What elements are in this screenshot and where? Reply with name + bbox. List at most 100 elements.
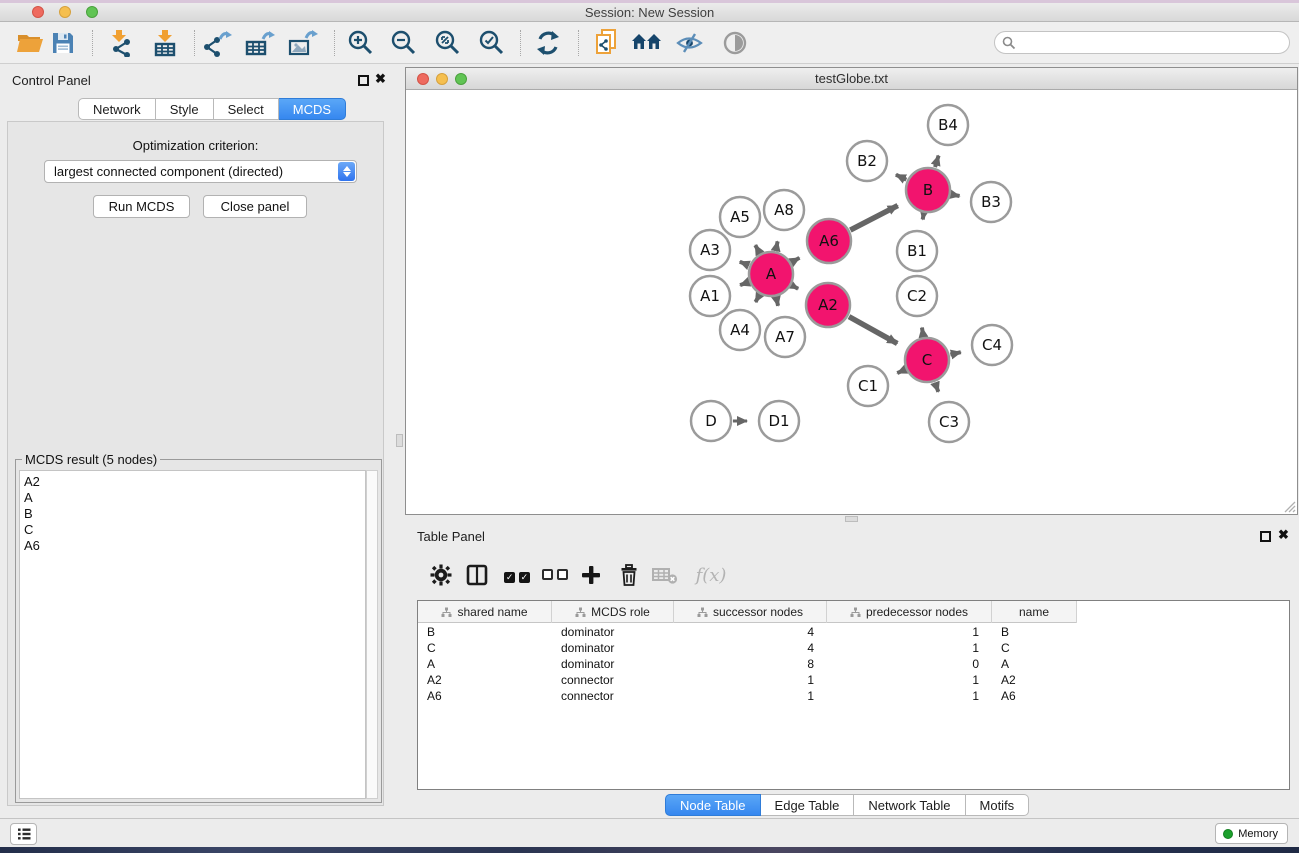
graph-node-C1[interactable]: C1	[848, 366, 888, 406]
tab-style[interactable]: Style	[156, 98, 214, 120]
apply-layout-button[interactable]	[531, 27, 565, 59]
graph-node-C2[interactable]: C2	[897, 276, 937, 316]
resize-grip-icon[interactable]	[1282, 499, 1296, 513]
tab-network-table[interactable]: Network Table	[854, 794, 965, 816]
run-mcds-button[interactable]: Run MCDS	[93, 195, 190, 218]
tab-network[interactable]: Network	[78, 98, 156, 120]
zoom-in-button[interactable]	[344, 27, 378, 59]
edge-A2-C[interactable]	[849, 317, 897, 344]
table-cell[interactable]: A6	[418, 688, 552, 704]
graph-node-C3[interactable]: C3	[929, 402, 969, 442]
graph-node-A5[interactable]: A5	[720, 197, 760, 237]
criterion-select[interactable]: largest connected component (directed)	[44, 160, 357, 183]
memory-button[interactable]: Memory	[1215, 823, 1288, 844]
table-row[interactable]: A2connector11A2	[418, 672, 1289, 688]
create-column-button[interactable]	[575, 558, 607, 592]
edge-C-C2[interactable]	[922, 328, 923, 337]
edge-A-A8[interactable]	[776, 241, 778, 250]
graph-node-A4[interactable]: A4	[720, 310, 760, 350]
edge-C-C4[interactable]	[950, 352, 960, 354]
table-cell[interactable]: 1	[827, 624, 992, 640]
table-cell[interactable]: dominator	[552, 656, 674, 672]
show-graphics-button[interactable]	[718, 27, 752, 59]
graph-node-A7[interactable]: A7	[765, 317, 805, 357]
graph-node-D1[interactable]: D1	[759, 401, 799, 441]
import-network-button[interactable]	[103, 27, 137, 59]
column-header-predecessor-nodes[interactable]: predecessor nodes	[827, 601, 992, 623]
table-cell[interactable]: 8	[674, 656, 827, 672]
delete-column-button[interactable]	[613, 558, 645, 592]
save-session-button[interactable]	[46, 27, 80, 59]
zoom-selected-button[interactable]	[475, 27, 509, 59]
graph-node-D[interactable]: D	[691, 401, 731, 441]
zoom-out-button[interactable]	[387, 27, 421, 59]
table-row[interactable]: A6connector11A6	[418, 688, 1289, 704]
open-session-button[interactable]	[13, 27, 47, 59]
table-cell[interactable]: A6	[992, 688, 1077, 704]
column-header-MCDS-role[interactable]: MCDS role	[552, 601, 674, 623]
edge-C-C1[interactable]	[897, 370, 905, 373]
column-header-shared-name[interactable]: shared name	[418, 601, 552, 623]
edge-A-A2[interactable]	[792, 285, 798, 288]
table-cell[interactable]: A	[992, 656, 1077, 672]
table-row[interactable]: Bdominator41B	[418, 624, 1289, 640]
graph-node-B3[interactable]: B3	[971, 182, 1011, 222]
table-row[interactable]: Cdominator41C	[418, 640, 1289, 656]
graph-node-B4[interactable]: B4	[928, 105, 968, 145]
graph-node-B1[interactable]: B1	[897, 231, 937, 271]
table-cell[interactable]: C	[418, 640, 552, 656]
mcds-result-item[interactable]: B	[24, 506, 365, 522]
export-image-button[interactable]	[286, 27, 320, 59]
network-canvas[interactable]: AA1A2A3A4A5A6A7A8BB1B2B3B4CC1C2C3C4DD1	[406, 90, 1297, 514]
table-close-icon[interactable]: ✖	[1278, 527, 1289, 543]
table-cell[interactable]: C	[992, 640, 1077, 656]
hide-details-button[interactable]	[673, 27, 707, 59]
graph-node-B2[interactable]: B2	[847, 141, 887, 181]
table-cell[interactable]: B	[418, 624, 552, 640]
select-all-button[interactable]: ✓ ✓	[501, 558, 533, 592]
table-cell[interactable]: 1	[827, 688, 992, 704]
edge-B-B4[interactable]	[935, 156, 939, 167]
edge-A-A6[interactable]	[792, 258, 800, 262]
edge-A-A3[interactable]	[740, 262, 749, 265]
graph-node-A8[interactable]: A8	[764, 190, 804, 230]
home-button[interactable]	[630, 27, 664, 59]
table-cell[interactable]: A2	[418, 672, 552, 688]
table-cell[interactable]: connector	[552, 688, 674, 704]
graph-node-A2[interactable]: A2	[806, 283, 850, 327]
table-cell[interactable]: 4	[674, 640, 827, 656]
column-header-name[interactable]: name	[992, 601, 1077, 623]
show-columns-button[interactable]	[461, 558, 493, 592]
tab-mcds[interactable]: MCDS	[279, 98, 346, 120]
table-float-icon[interactable]	[1260, 531, 1271, 542]
export-table-button[interactable]	[243, 27, 277, 59]
tab-node-table[interactable]: Node Table	[665, 794, 761, 816]
table-cell[interactable]: dominator	[552, 624, 674, 640]
table-cell[interactable]: A	[418, 656, 552, 672]
clone-network-button[interactable]	[590, 27, 624, 59]
tab-motifs[interactable]: Motifs	[966, 794, 1030, 816]
mcds-result-item[interactable]: A	[24, 490, 365, 506]
edge-A-A4[interactable]	[755, 295, 759, 302]
table-cell[interactable]: 1	[674, 672, 827, 688]
graph-node-A[interactable]: A	[749, 252, 793, 296]
close-panel-button[interactable]: Close panel	[203, 195, 307, 218]
edge-A-A1[interactable]	[740, 282, 748, 285]
mcds-result-item[interactable]: A6	[24, 538, 365, 554]
graph-node-C4[interactable]: C4	[972, 325, 1012, 365]
import-table-button[interactable]	[148, 27, 182, 59]
tab-select[interactable]: Select	[214, 98, 279, 120]
table-cell[interactable]: 0	[827, 656, 992, 672]
deselect-all-button[interactable]	[539, 558, 571, 592]
graph-node-B[interactable]: B	[906, 168, 950, 212]
table-cell[interactable]: 1	[674, 688, 827, 704]
mcds-result-item[interactable]: C	[24, 522, 365, 538]
task-history-button[interactable]	[10, 823, 37, 845]
search-input[interactable]	[1021, 34, 1281, 51]
graph-node-A3[interactable]: A3	[690, 230, 730, 270]
table-cell[interactable]: connector	[552, 672, 674, 688]
horizontal-split-handle[interactable]	[845, 516, 858, 522]
edge-B-B1[interactable]	[923, 214, 924, 220]
table-cell[interactable]: 4	[674, 624, 827, 640]
graph-node-A6[interactable]: A6	[807, 219, 851, 263]
